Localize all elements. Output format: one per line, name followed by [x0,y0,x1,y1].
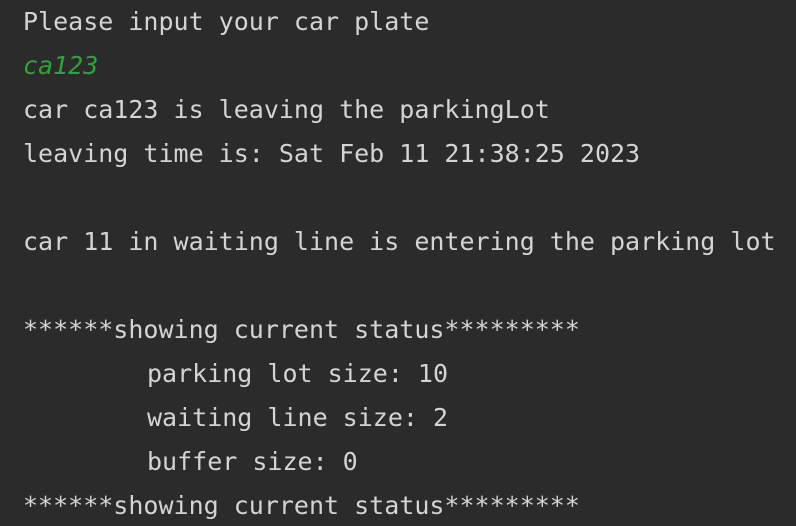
status-header-line: ******showing current status********* [23,315,580,344]
status-footer-line: ******showing current status********* [23,491,580,520]
waiting-line-size-line: waiting line size: 2 [147,403,449,432]
parking-lot-size-line: parking lot size: 10 [147,359,449,388]
buffer-size-line: buffer size: 0 [147,447,358,476]
entering-message-line: car 11 in waiting line is entering the p… [23,227,776,256]
leaving-time-line: leaving time is: Sat Feb 11 21:38:25 202… [23,139,641,168]
leaving-message-line: car ca123 is leaving the parkingLot [23,95,550,124]
user-input-line: ca123 [23,51,99,80]
prompt-line: Please input your car plate [23,7,430,36]
console-output[interactable]: Please input your car plate ca123 car ca… [0,0,796,526]
